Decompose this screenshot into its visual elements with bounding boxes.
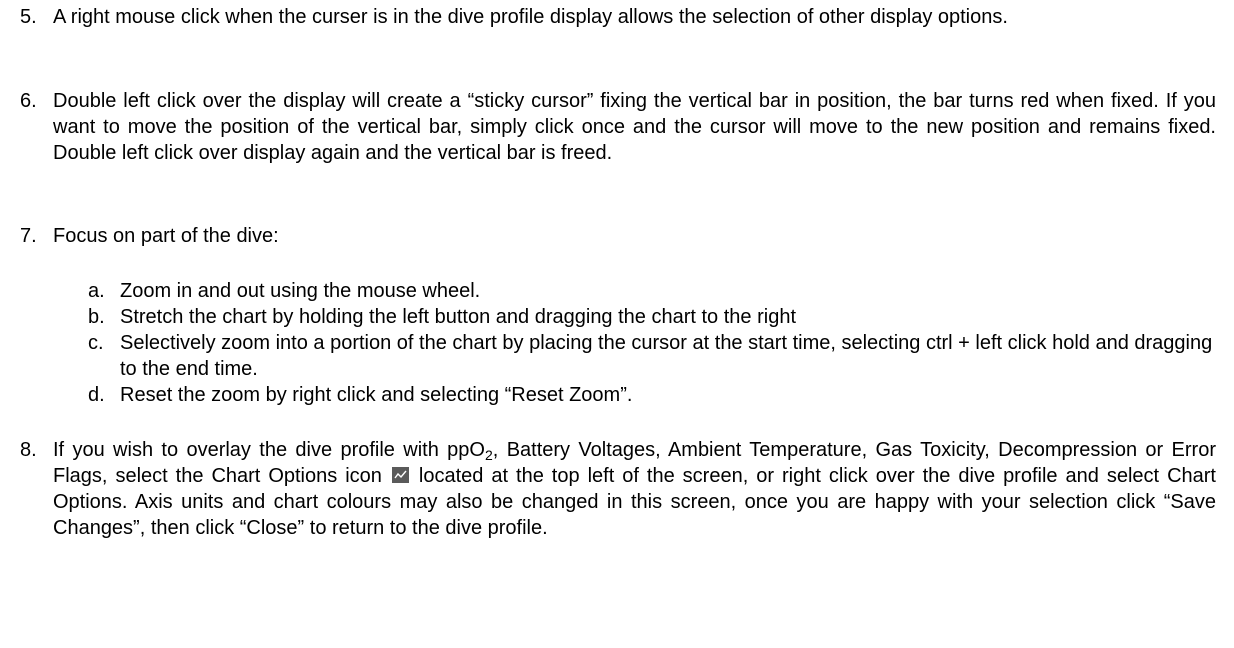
subscript: 2 bbox=[485, 447, 493, 463]
sub-text: Reset the zoom by right click and select… bbox=[120, 384, 633, 406]
list-item-text: A right mouse click when the curser is i… bbox=[53, 4, 1216, 30]
paragraph: If you wish to overlay the dive profile … bbox=[53, 437, 1216, 541]
list-number: 6. bbox=[20, 90, 37, 112]
text-segment: If you wish to overlay the dive profile … bbox=[53, 439, 485, 461]
list-number: 5. bbox=[20, 6, 37, 28]
list-item-text: Focus on part of the dive: bbox=[53, 223, 1216, 249]
sub-item-a: a. Zoom in and out using the mouse wheel… bbox=[88, 278, 1218, 304]
list-item-5: 5. A right mouse click when the curser i… bbox=[20, 4, 1216, 30]
paragraph: Double left click over the display will … bbox=[53, 90, 1216, 164]
sub-letter: b. bbox=[88, 306, 105, 328]
list-number: 8. bbox=[20, 439, 37, 461]
sub-item-b: b. Stretch the chart by holding the left… bbox=[88, 304, 1218, 330]
sub-item-d: d. Reset the zoom by right click and sel… bbox=[88, 382, 1218, 408]
list-item-7: 7. Focus on part of the dive: bbox=[20, 223, 1216, 249]
list-item-text: Double left click over the display will … bbox=[53, 88, 1216, 166]
list-number: 7. bbox=[20, 225, 37, 247]
paragraph: Focus on part of the dive: bbox=[53, 225, 279, 247]
sub-text: Stretch the chart by holding the left bu… bbox=[120, 306, 796, 328]
sub-text: Selectively zoom into a portion of the c… bbox=[120, 332, 1213, 380]
sub-text: Zoom in and out using the mouse wheel. bbox=[120, 280, 481, 302]
paragraph: A right mouse click when the curser is i… bbox=[53, 6, 1008, 28]
sub-letter: a. bbox=[88, 280, 105, 302]
list-item-6: 6. Double left click over the display wi… bbox=[20, 88, 1216, 166]
list-item-text: If you wish to overlay the dive profile … bbox=[53, 437, 1216, 541]
sub-letter: d. bbox=[88, 384, 105, 406]
list-item-8: 8. If you wish to overlay the dive profi… bbox=[20, 437, 1216, 541]
sub-letter: c. bbox=[88, 332, 104, 354]
chart-options-icon[interactable] bbox=[391, 467, 409, 483]
document-page: 5. A right mouse click when the curser i… bbox=[0, 0, 1234, 648]
sub-item-c: c. Selectively zoom into a portion of th… bbox=[88, 330, 1218, 382]
